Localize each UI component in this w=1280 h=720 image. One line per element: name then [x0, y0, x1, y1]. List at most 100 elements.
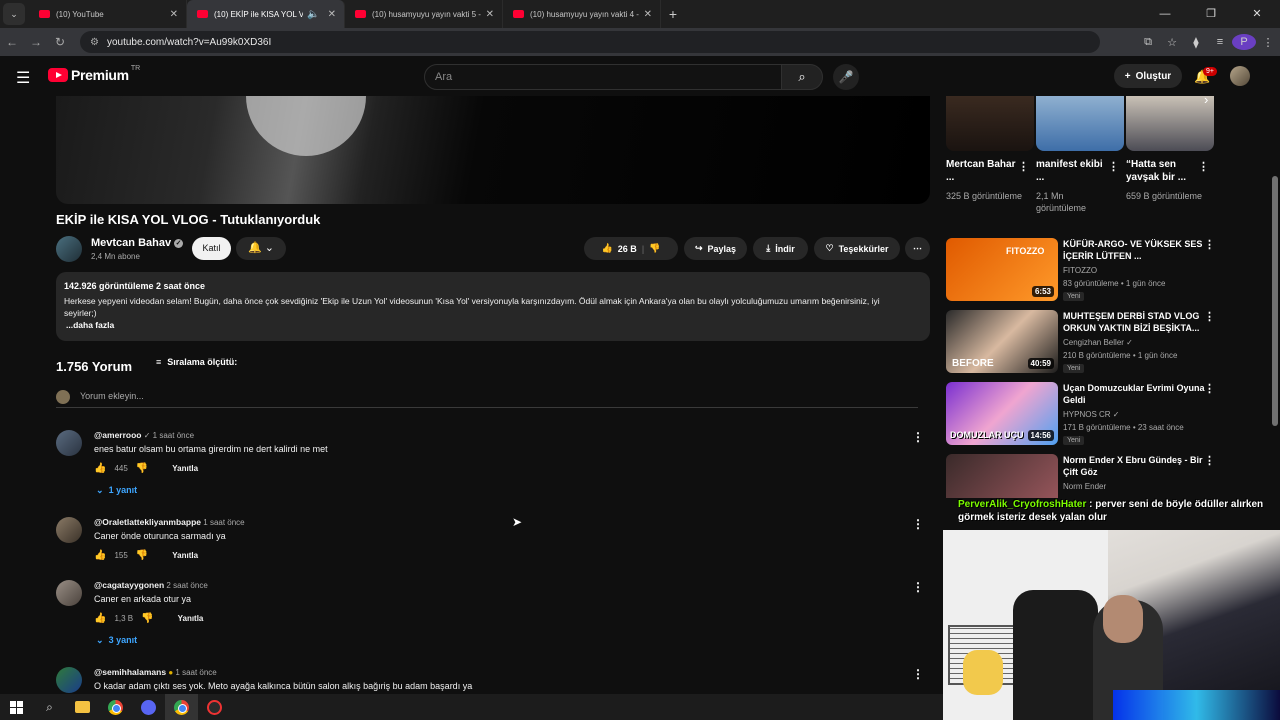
- close-tab-icon[interactable]: ✕: [644, 9, 652, 20]
- related-title[interactable]: manifest ekibi ...: [1036, 158, 1106, 184]
- hamburger-menu-icon[interactable]: ☰: [16, 68, 30, 88]
- voice-search-button[interactable]: 🎤: [833, 64, 859, 90]
- comment-author[interactable]: @semihhalamans: [94, 667, 166, 677]
- minimize-icon[interactable]: —: [1142, 0, 1188, 28]
- related-thumbnail[interactable]: [1126, 96, 1214, 151]
- channel-avatar[interactable]: [56, 236, 82, 262]
- back-icon[interactable]: ←: [0, 35, 24, 49]
- page-scrollbar[interactable]: [1270, 96, 1280, 530]
- new-tab-button[interactable]: +: [661, 6, 685, 22]
- file-explorer-button[interactable]: [66, 694, 99, 720]
- bookmark-star-icon[interactable]: ☆: [1160, 36, 1184, 49]
- sort-button[interactable]: ≡ Sıralama ölçütü:: [156, 357, 237, 367]
- search-input[interactable]: Ara: [424, 64, 782, 90]
- chrome-taskbar-button[interactable]: [99, 694, 132, 720]
- add-comment-field[interactable]: Yorum ekleyin...: [56, 390, 918, 408]
- comment-menu-icon[interactable]: ⋮: [912, 580, 924, 594]
- close-tab-icon[interactable]: ✕: [328, 9, 336, 20]
- video-menu-icon[interactable]: ⋮: [1204, 310, 1215, 323]
- youtube-premium-logo[interactable]: Premium TR: [48, 65, 140, 83]
- more-actions-button[interactable]: ⋯: [905, 237, 930, 260]
- commenter-avatar[interactable]: [56, 667, 82, 693]
- start-button[interactable]: [0, 694, 33, 720]
- description-box[interactable]: 142.926 görüntüleme 2 saat önce Herkese …: [56, 272, 930, 341]
- related-video[interactable]: DOMUZLAR UÇU 14:56 Uçan Domuzcuklar Evri…: [946, 382, 1218, 448]
- commenter-avatar[interactable]: [56, 580, 82, 606]
- browser-tab-active[interactable]: (10) EKİP ile KISA YOL VLOG 🔈 ✕: [187, 0, 345, 28]
- reply-button[interactable]: Yanıtla: [172, 551, 198, 560]
- view-replies-button[interactable]: ⌄ 1 yanıt: [96, 485, 137, 496]
- related-video[interactable]: Norm Ender X Ebru Gündeş - Bir Çift Göz …: [946, 454, 1218, 498]
- cast-icon[interactable]: ⧉: [1136, 36, 1160, 49]
- related-menu-icon[interactable]: ⋮: [1108, 160, 1119, 173]
- related-video[interactable]: BEFORE 40:59 MUHTEŞEM DERBİ STAD VLOG OR…: [946, 310, 1218, 376]
- dislike-button[interactable]: 👎: [649, 243, 660, 254]
- close-tab-icon[interactable]: ✕: [170, 9, 178, 20]
- chrome-taskbar-button-active[interactable]: [165, 694, 198, 720]
- comment-author[interactable]: @cagatayygonen: [94, 580, 164, 590]
- comment-author[interactable]: @Oraletlattekliyanmbappe: [94, 517, 201, 527]
- video-player[interactable]: [56, 96, 930, 204]
- video-menu-icon[interactable]: ⋮: [1204, 382, 1215, 395]
- comment-menu-icon[interactable]: ⋮: [912, 667, 924, 681]
- reload-icon[interactable]: ↻: [48, 35, 72, 49]
- app-taskbar-button[interactable]: [198, 694, 231, 720]
- related-menu-icon[interactable]: ⋮: [1198, 160, 1209, 173]
- download-button[interactable]: ⤓ İndir: [753, 237, 808, 260]
- browser-tab[interactable]: (10) husamyuyu yayın vakti 4 - ✕: [503, 0, 661, 28]
- extensions-icon[interactable]: ⧫: [1184, 36, 1208, 49]
- like-button[interactable]: 👍 26 B: [602, 243, 637, 254]
- thumbs-down-icon[interactable]: 👎: [136, 463, 148, 474]
- video-menu-icon[interactable]: ⋮: [1204, 454, 1215, 467]
- menu-kebab-icon[interactable]: ⋮: [1256, 36, 1280, 49]
- comment-menu-icon[interactable]: ⋮: [912, 517, 924, 531]
- thumbs-up-icon[interactable]: 👍: [94, 550, 106, 561]
- comment-author[interactable]: @amerrooo: [94, 430, 142, 440]
- carousel-next-icon[interactable]: ›: [1204, 92, 1208, 107]
- taskbar-search-icon[interactable]: ⌕: [33, 694, 66, 720]
- subscription-bell-button[interactable]: 🔔 ⌄: [236, 237, 286, 260]
- channel-name-row[interactable]: Mevtcan Bahav ✓: [91, 237, 184, 249]
- thumbs-up-icon[interactable]: 👍: [94, 613, 106, 624]
- close-tab-icon[interactable]: ✕: [486, 9, 494, 20]
- related-title[interactable]: “Hatta sen yavşak bir ...: [1126, 158, 1196, 184]
- scrollbar-thumb[interactable]: [1272, 176, 1278, 426]
- video-menu-icon[interactable]: ⋮: [1204, 238, 1215, 251]
- speaker-icon[interactable]: 🔈: [307, 9, 319, 20]
- tab-search-button[interactable]: ⌄: [3, 3, 25, 25]
- media-controls-icon[interactable]: ≡: [1208, 36, 1232, 48]
- site-info-icon[interactable]: ⚙: [90, 37, 99, 48]
- related-menu-icon[interactable]: ⋮: [1018, 160, 1029, 173]
- forward-icon[interactable]: →: [24, 35, 48, 49]
- commenter-avatar[interactable]: [56, 517, 82, 543]
- show-more-link[interactable]: ...daha fazla: [66, 320, 922, 330]
- related-thumbnail[interactable]: [1036, 96, 1124, 151]
- related-video[interactable]: FITOZZO 6:53 KÜFÜR-ARGO- VE YÜKSEK SES İ…: [946, 238, 1218, 304]
- thumbs-down-icon[interactable]: 👎: [141, 613, 153, 624]
- browser-tab[interactable]: (10) YouTube ✕: [29, 0, 187, 28]
- reply-button[interactable]: Yanıtla: [172, 464, 198, 473]
- account-avatar[interactable]: [1230, 66, 1250, 86]
- channel-name: Norm Ender: [1063, 482, 1107, 491]
- restore-icon[interactable]: ❐: [1188, 0, 1234, 28]
- search-button[interactable]: ⌕: [781, 64, 823, 90]
- thanks-label: Teşekkürler: [838, 243, 889, 254]
- video-title: MUHTEŞEM DERBİ STAD VLOG ORKUN YAKTIN Bİ…: [1063, 311, 1200, 333]
- reply-button[interactable]: Yanıtla: [178, 614, 204, 623]
- related-thumbnail[interactable]: [946, 96, 1034, 151]
- comment-menu-icon[interactable]: ⋮: [912, 430, 924, 444]
- thumbs-down-icon[interactable]: 👎: [136, 550, 148, 561]
- related-title[interactable]: Mertcan Bahar ...: [946, 158, 1016, 184]
- close-window-icon[interactable]: ✕: [1234, 0, 1280, 28]
- discord-taskbar-button[interactable]: [132, 694, 165, 720]
- commenter-avatar[interactable]: [56, 430, 82, 456]
- view-replies-button[interactable]: ⌄ 3 yanıt: [96, 635, 137, 646]
- browser-tab[interactable]: (10) husamyuyu yayın vakti 5 - ✕: [345, 0, 503, 28]
- profile-avatar[interactable]: P: [1232, 34, 1256, 50]
- create-button[interactable]: + Oluştur: [1114, 64, 1182, 88]
- thanks-button[interactable]: ♡ Teşekkürler: [814, 237, 900, 260]
- thumbs-up-icon[interactable]: 👍: [94, 463, 106, 474]
- share-button[interactable]: ↪ Paylaş: [684, 237, 747, 260]
- join-button[interactable]: Katıl: [192, 237, 231, 260]
- url-bar[interactable]: ⚙ youtube.com/watch?v=Au99k0XD36I: [80, 31, 1100, 53]
